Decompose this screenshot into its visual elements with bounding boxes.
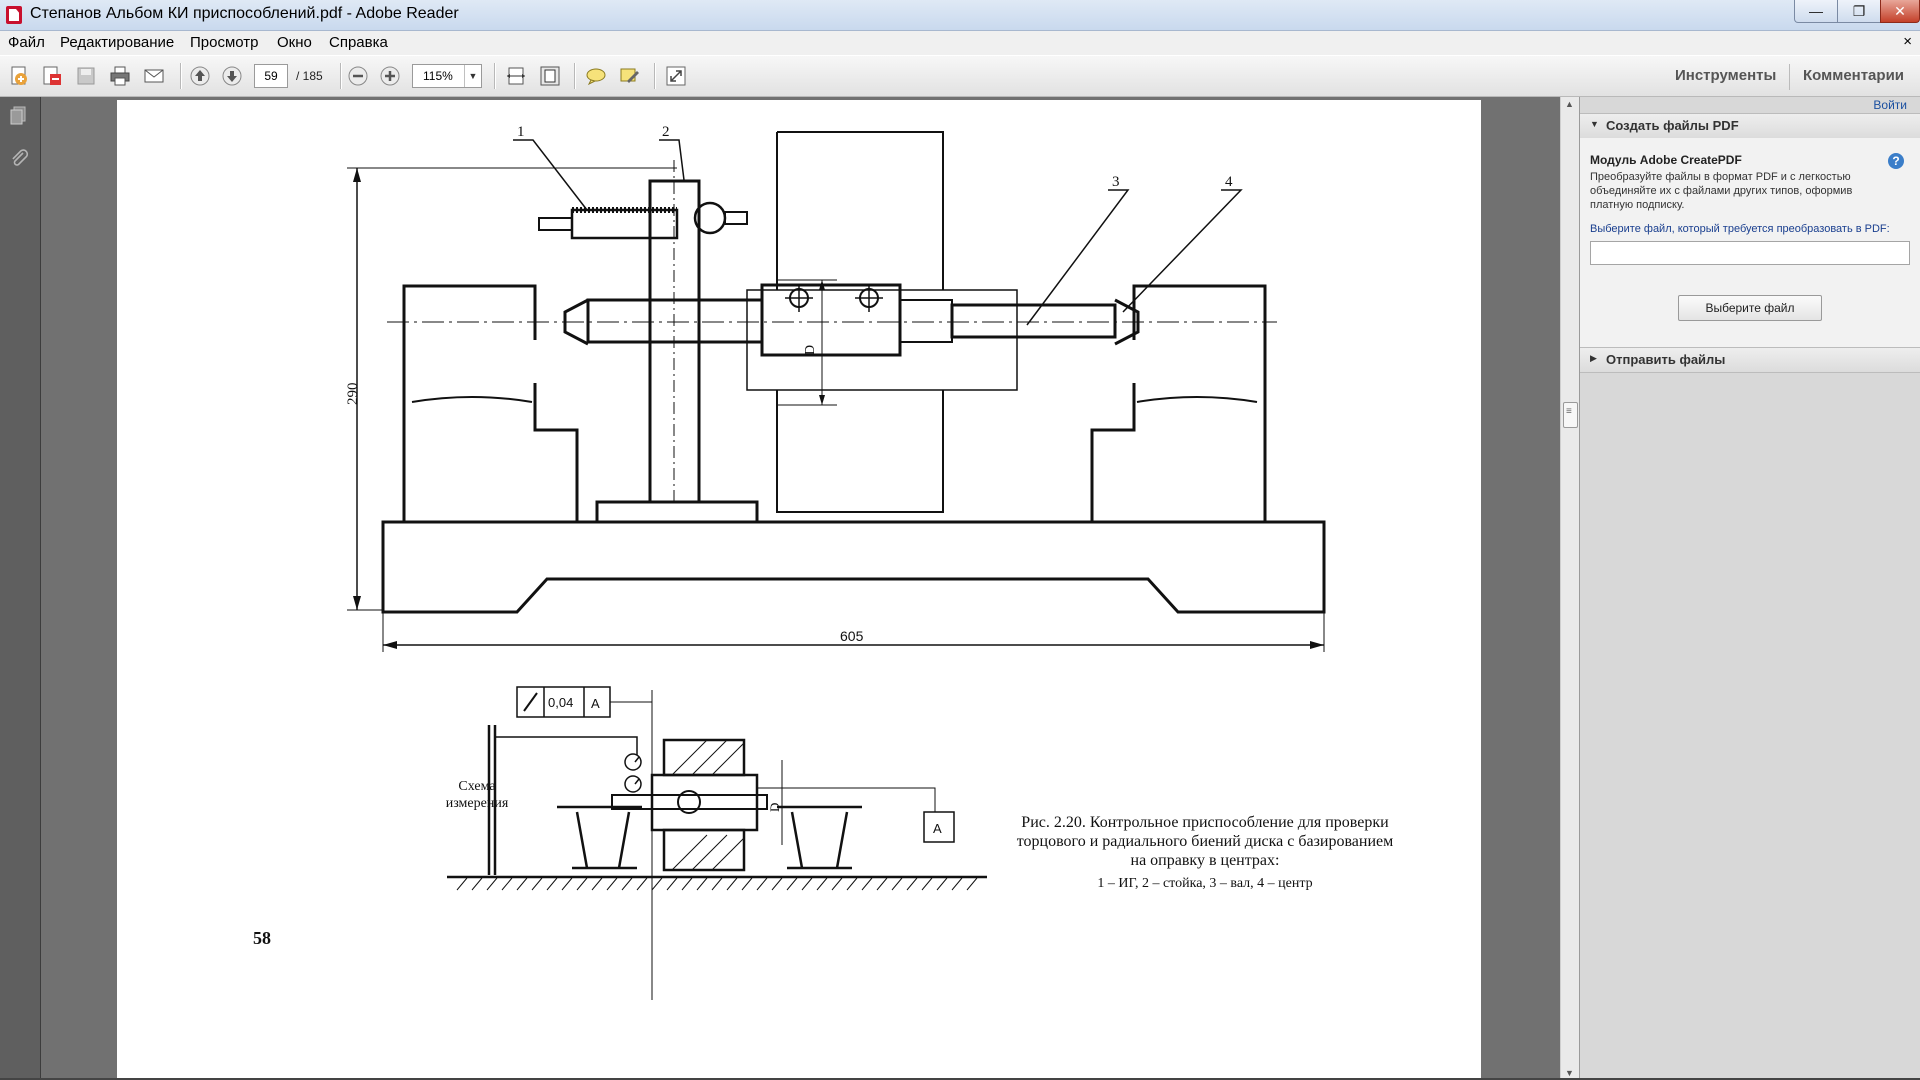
menu-file[interactable]: Файл xyxy=(8,34,45,51)
help-icon[interactable]: ? xyxy=(1888,153,1904,169)
menu-window[interactable]: Окно xyxy=(277,34,312,51)
minimize-button[interactable]: — xyxy=(1794,0,1838,23)
sign-in-link[interactable]: Войти xyxy=(1873,98,1907,112)
full-screen-icon[interactable] xyxy=(664,64,688,88)
chevron-down-icon: ▼ xyxy=(1590,119,1599,129)
shaft-right xyxy=(950,303,1117,339)
tolerance-value: 0,04 xyxy=(548,695,573,710)
menu-view[interactable]: Просмотр xyxy=(190,34,259,51)
print-icon[interactable] xyxy=(108,64,132,88)
caption-line-2: торцового и радиального биений диска с б… xyxy=(1017,833,1394,850)
dim-height-label: 290 xyxy=(345,383,361,406)
window-title: Степанов Альбом КИ приспособлений.pdf - … xyxy=(30,5,459,22)
caption-line-1: Рис. 2.20. Контрольное приспособление дл… xyxy=(1021,814,1389,831)
chevron-right-icon: ▶ xyxy=(1590,353,1597,363)
shaft-left xyxy=(586,298,764,344)
menu-bar: Файл Редактирование Просмотр Окно Справк… xyxy=(0,31,1920,55)
svg-text:D: D xyxy=(767,803,782,812)
page-number-label: 58 xyxy=(253,928,271,948)
right-support xyxy=(1132,284,1267,522)
save-icon[interactable] xyxy=(74,64,98,88)
left-support xyxy=(402,284,537,522)
document-viewport[interactable]: 290 605 D 1 2 3 4 0,04 A D A Схема измер… xyxy=(41,97,1560,1080)
choose-file-label: Выберите файл, который требуется преобра… xyxy=(1590,223,1890,235)
combine-files-icon[interactable] xyxy=(40,64,64,88)
fit-width-icon[interactable] xyxy=(504,64,528,88)
shaft-center xyxy=(760,283,902,357)
dim-width-label: 605 xyxy=(840,628,864,644)
dim-d-label: D xyxy=(803,345,818,355)
scroll-down-icon[interactable]: ▼ xyxy=(1565,1068,1574,1078)
highlight-icon[interactable] xyxy=(618,64,642,88)
scroll-up-icon[interactable]: ▲ xyxy=(1565,99,1574,109)
scrollbar-thumb[interactable] xyxy=(1563,402,1578,428)
comment-icon[interactable] xyxy=(584,64,608,88)
file-path-field[interactable] xyxy=(1590,241,1910,265)
create-pdf-panel: Модуль Adobe CreatePDF ? Преобразуйте фа… xyxy=(1580,138,1920,348)
page-number-input[interactable]: 59 xyxy=(254,64,288,88)
attachments-icon[interactable] xyxy=(8,147,30,169)
document-close-button[interactable]: × xyxy=(1903,33,1912,50)
tools-button[interactable]: Инструменты xyxy=(1675,67,1776,84)
create-pdf-icon[interactable] xyxy=(8,64,32,88)
send-files-section-header[interactable]: ▶ Отправить файлы xyxy=(1580,347,1920,373)
choose-file-button[interactable]: Выберите файл xyxy=(1678,295,1822,321)
menu-help[interactable]: Справка xyxy=(329,34,388,51)
restore-button[interactable]: ❐ xyxy=(1837,0,1881,23)
caption-legend: 1 – ИГ, 2 – стойка, 3 – вал, 4 – центр xyxy=(1097,876,1312,891)
zoom-value: 115% xyxy=(423,69,453,83)
adobe-reader-icon xyxy=(6,6,22,24)
create-pdf-section-header[interactable]: ▼ Создать файлы PDF xyxy=(1580,113,1920,139)
previous-page-icon[interactable] xyxy=(188,64,212,88)
right-support-inner xyxy=(1090,383,1136,522)
title-bar: Степанов Альбом КИ приспособлений.pdf - … xyxy=(0,0,1920,31)
close-button[interactable]: ✕ xyxy=(1880,0,1920,23)
callout-1: 1 xyxy=(517,124,525,140)
next-page-icon[interactable] xyxy=(220,64,244,88)
callout-4: 4 xyxy=(1225,174,1233,190)
menu-edit[interactable]: Редактирование xyxy=(60,34,174,51)
page-total: / 185 xyxy=(296,69,323,83)
vertical-scrollbar[interactable]: ▲ ▼ xyxy=(1560,97,1579,1080)
module-title: Модуль Adobe CreatePDF xyxy=(1590,153,1742,167)
fit-page-icon[interactable] xyxy=(538,64,562,88)
zoom-select[interactable]: 115% ▼ xyxy=(412,64,482,88)
right-tasks-pane: Войти ▼ Создать файлы PDF Модуль Adobe C… xyxy=(1579,97,1920,1080)
scheme-label-1: Схема xyxy=(458,779,496,794)
chevron-down-icon[interactable]: ▼ xyxy=(464,65,481,87)
caption-line-3: на оправку в центрах: xyxy=(1131,852,1280,869)
module-description: Преобразуйте файлы в формат PDF и с легк… xyxy=(1590,171,1853,211)
comments-button[interactable]: Комментарии xyxy=(1803,67,1904,84)
navigation-pane xyxy=(0,97,41,1080)
base-plate xyxy=(381,520,1326,614)
pdf-page: 290 605 D 1 2 3 4 0,04 A D A Схема измер… xyxy=(117,100,1481,1080)
technical-drawing: 290 605 D 1 2 3 4 0,04 A D A Схема измер… xyxy=(253,124,1394,1000)
callout-2: 2 xyxy=(662,124,670,140)
stand-foot xyxy=(595,500,759,524)
zoom-in-icon[interactable] xyxy=(378,64,402,88)
scheme-label-2: измерения xyxy=(446,796,509,811)
svg-text:A: A xyxy=(933,821,942,836)
callout-3: 3 xyxy=(1112,174,1120,190)
svg-text:A: A xyxy=(591,696,600,711)
indicator-body xyxy=(570,208,679,240)
disk-part xyxy=(777,131,944,290)
page-thumbnails-icon[interactable] xyxy=(8,105,30,127)
email-icon[interactable] xyxy=(142,64,166,88)
left-support-inner xyxy=(533,383,579,522)
toolbar: 59 / 185 115% ▼ Инструменты Комментарии xyxy=(0,56,1920,97)
zoom-out-icon[interactable] xyxy=(346,64,370,88)
